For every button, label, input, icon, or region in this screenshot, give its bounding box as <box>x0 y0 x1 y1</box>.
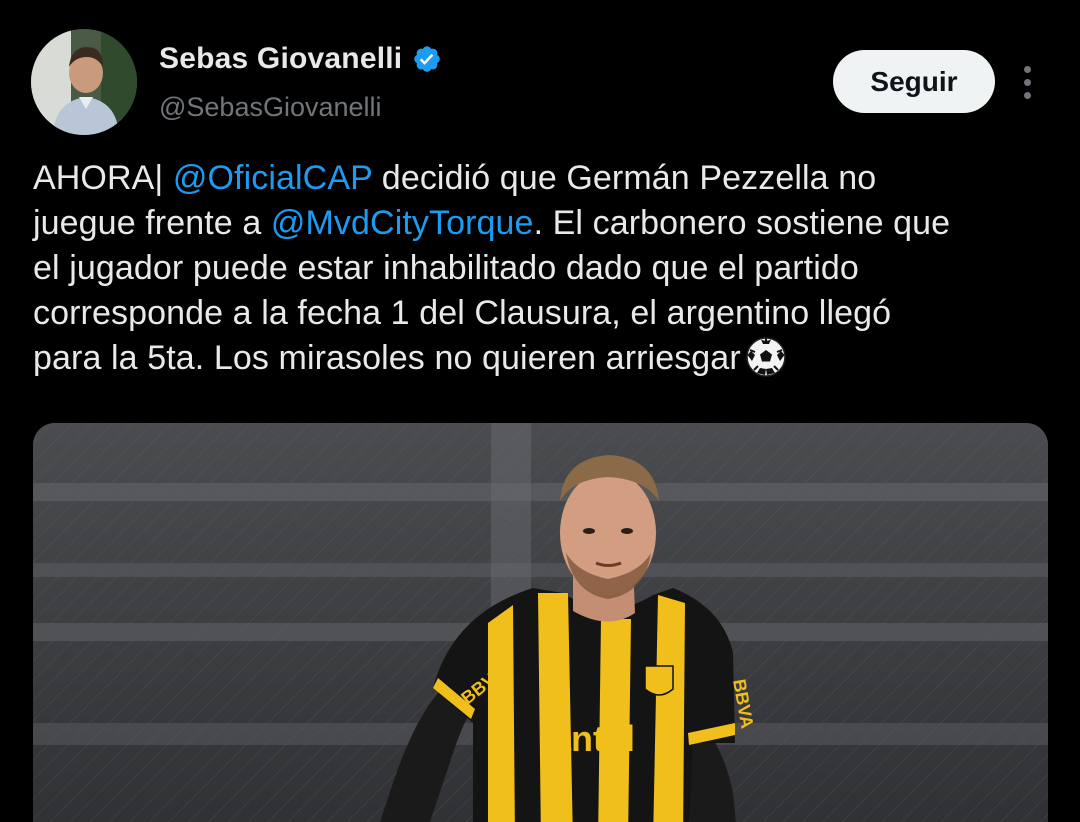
tweet-line: corresponde a la fecha 1 del Clausura, e… <box>33 291 1053 336</box>
more-dot <box>1023 78 1031 86</box>
follow-button[interactable]: Seguir <box>833 50 995 113</box>
more-options-button[interactable] <box>1008 58 1046 106</box>
tweet-text-segment: el jugador puede estar inhabilitado dado… <box>33 249 859 287</box>
mention-link[interactable]: @OficialCAP <box>173 159 372 197</box>
tweet-line: el jugador puede estar inhabilitado dado… <box>33 246 1053 291</box>
verified-badge-icon <box>412 44 442 74</box>
tweet-text-segment: . El carbonero sostiene que <box>533 204 951 242</box>
shirt-sponsor: antel <box>551 718 635 759</box>
player-photo: antel BBVA BBVA <box>33 423 1048 822</box>
tweet-text-segment: decidió que Germán Pezzella no <box>372 159 877 197</box>
soccer-ball-icon <box>745 336 787 378</box>
tweet-line: para la 5ta. Los mirasoles no quieren ar… <box>33 336 1053 381</box>
tweet-text-segment: corresponde a la fecha 1 del Clausura, e… <box>33 294 892 332</box>
tweet: Sebas Giovanelli @SebasGiovanelli Seguir… <box>0 0 1080 822</box>
mention-link[interactable]: @MvdCityTorque <box>271 204 534 242</box>
tweet-text-segment: para la 5ta. Los mirasoles no quieren ar… <box>33 339 741 377</box>
author-name-row: Sebas Giovanelli <box>159 42 442 76</box>
author-display-name[interactable]: Sebas Giovanelli <box>159 42 402 76</box>
more-dot <box>1023 91 1031 99</box>
tweet-text: AHORA| @OficialCAP decidió que Germán Pe… <box>33 156 1053 381</box>
tweet-media-image[interactable]: antel BBVA BBVA <box>33 423 1048 822</box>
author-handle[interactable]: @SebasGiovanelli <box>159 92 382 123</box>
avatar[interactable] <box>31 29 137 135</box>
tweet-text-segment: juegue frente a <box>33 204 271 242</box>
tweet-line: juegue frente a @MvdCityTorque. El carbo… <box>33 201 1053 246</box>
tweet-text-segment: AHORA| <box>33 159 173 197</box>
more-vertical-icon <box>1023 65 1031 73</box>
tweet-line: AHORA| @OficialCAP decidió que Germán Pe… <box>33 156 1053 201</box>
